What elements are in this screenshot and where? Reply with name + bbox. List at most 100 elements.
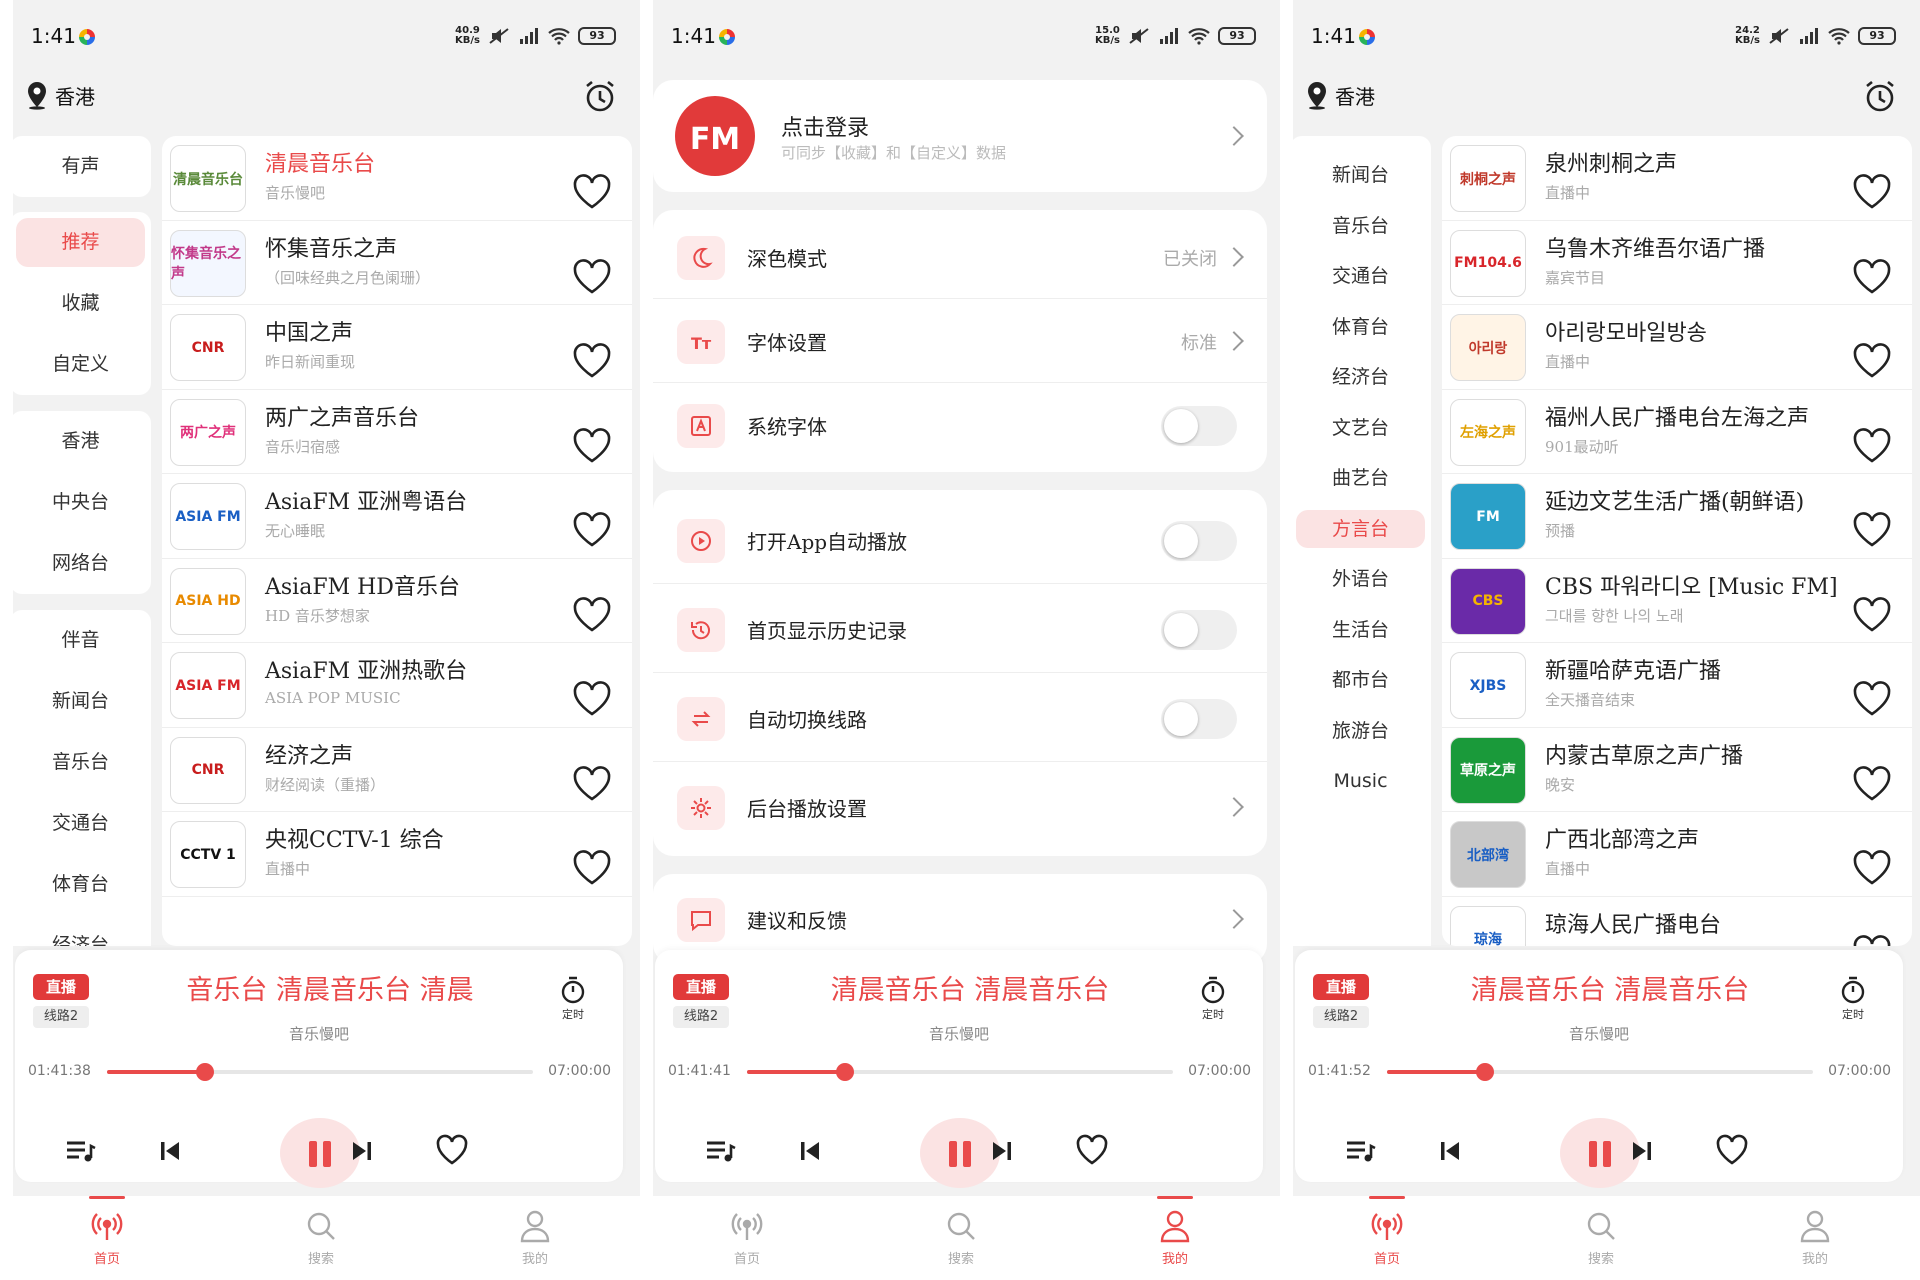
category-item[interactable]: 曲艺台 xyxy=(1293,453,1431,504)
station-row[interactable]: FM104.6 乌鲁木齐维吾尔语广播 嘉宾节目 xyxy=(1442,221,1912,305)
favorite-heart-icon[interactable] xyxy=(435,1134,469,1168)
favorite-heart-icon[interactable] xyxy=(1852,681,1892,717)
progress-bar[interactable] xyxy=(747,1063,1173,1081)
favorite-heart-icon[interactable] xyxy=(572,765,612,802)
favorite-heart-icon[interactable] xyxy=(572,512,612,548)
favorite-heart-icon[interactable] xyxy=(1852,934,1892,947)
category-item[interactable]: 新闻台 xyxy=(1293,150,1431,201)
progress-knob[interactable] xyxy=(195,1063,214,1081)
category-item[interactable]: 交通台 xyxy=(1293,251,1431,302)
category-item[interactable]: 网络台 xyxy=(13,533,151,594)
favorite-heart-icon[interactable] xyxy=(1852,343,1892,379)
station-row[interactable]: 草原之声 内蒙古草原之声广播 晚安 xyxy=(1442,728,1912,812)
category-item[interactable]: 经济台 xyxy=(1293,352,1431,403)
category-item[interactable]: 新闻台 xyxy=(13,671,151,732)
favorite-heart-icon[interactable] xyxy=(1852,512,1892,548)
next-icon[interactable] xyxy=(345,1134,379,1168)
category-item[interactable]: 自定义 xyxy=(13,334,151,395)
settings-row[interactable]: 自动切换线路 xyxy=(653,673,1267,762)
station-row[interactable]: CBS CBS 파워라디오 [Music FM] 그대를 향한 나의 노래 xyxy=(1442,559,1912,643)
settings-row[interactable]: Tт 字体设置 标准 xyxy=(653,299,1267,383)
nav-tab[interactable]: 搜索 xyxy=(921,1208,1001,1267)
category-item[interactable]: 香港 xyxy=(13,411,151,472)
previous-icon[interactable] xyxy=(153,1134,187,1168)
station-row[interactable]: 아리랑 아리랑모바일방송 直播中 xyxy=(1442,305,1912,390)
playlist-icon[interactable] xyxy=(1343,1134,1377,1168)
nav-tab[interactable]: 搜索 xyxy=(281,1208,361,1267)
station-row[interactable]: 北部湾 广西北部湾之声 直播中 xyxy=(1442,812,1912,897)
settings-row[interactable]: 系统字体 xyxy=(653,383,1267,467)
alarm-clock-icon[interactable] xyxy=(1862,78,1898,114)
favorite-heart-icon[interactable] xyxy=(572,427,612,464)
nav-tab[interactable]: 我的 xyxy=(1135,1196,1215,1267)
favorite-heart-icon[interactable] xyxy=(572,174,612,210)
playlist-icon[interactable] xyxy=(63,1134,97,1168)
settings-row[interactable]: 建议和反馈 xyxy=(653,879,1267,959)
station-row[interactable]: ASIA HD AsiaFM HD音乐台 HD 音乐梦想家 xyxy=(162,559,632,643)
next-icon[interactable] xyxy=(1625,1134,1659,1168)
favorite-heart-icon[interactable] xyxy=(572,681,612,717)
category-item[interactable]: 经济台 xyxy=(13,915,151,946)
station-row[interactable]: ASIA FM AsiaFM 亚洲粤语台 无心睡眠 xyxy=(162,474,632,559)
toggle-switch[interactable] xyxy=(1161,698,1237,739)
category-item[interactable]: 外语台 xyxy=(1293,554,1431,605)
favorite-heart-icon[interactable] xyxy=(1075,1134,1109,1168)
category-item[interactable]: 音乐台 xyxy=(1293,201,1431,252)
category-item[interactable]: 旅游台 xyxy=(1293,706,1431,757)
next-icon[interactable] xyxy=(985,1134,1019,1168)
category-item[interactable]: Music xyxy=(1293,756,1431,807)
alarm-clock-icon[interactable] xyxy=(582,78,618,114)
station-row[interactable]: 两广之声 两广之声音乐台 音乐归宿感 xyxy=(162,390,632,474)
station-row[interactable]: 怀集音乐之声 怀集音乐之声 （回味经典之月色阑珊） xyxy=(162,221,632,305)
favorite-heart-icon[interactable] xyxy=(1852,596,1892,633)
sleep-timer-button[interactable]: 定时 xyxy=(1833,976,1873,1022)
favorite-heart-icon[interactable] xyxy=(1715,1134,1749,1168)
favorite-heart-icon[interactable] xyxy=(1852,174,1892,210)
station-row[interactable]: XJBS 新疆哈萨克语广播 全天播音结束 xyxy=(1442,643,1912,728)
nav-tab[interactable]: 首页 xyxy=(67,1196,147,1267)
category-item[interactable]: 音乐台 xyxy=(13,732,151,793)
login-card[interactable]: FM 点击登录 可同步【收藏】和【自定义】数据 xyxy=(653,80,1267,192)
previous-icon[interactable] xyxy=(793,1134,827,1168)
favorite-heart-icon[interactable] xyxy=(1852,427,1892,464)
category-item-active[interactable]: 方言台 xyxy=(1293,504,1431,555)
category-item[interactable]: 体育台 xyxy=(13,854,151,915)
nav-tab[interactable]: 首页 xyxy=(707,1208,787,1267)
location-selector[interactable]: 香港 xyxy=(1305,80,1375,110)
nav-tab[interactable]: 我的 xyxy=(1775,1208,1855,1267)
playlist-icon[interactable] xyxy=(703,1134,737,1168)
sleep-timer-button[interactable]: 定时 xyxy=(1193,976,1233,1022)
favorite-heart-icon[interactable] xyxy=(572,343,612,379)
category-item[interactable]: 收藏 xyxy=(13,273,151,334)
category-item[interactable]: 都市台 xyxy=(1293,655,1431,706)
station-row[interactable]: ASIA FM AsiaFM 亚洲热歌台 ASIA POP MUSIC xyxy=(162,643,632,728)
nav-tab[interactable]: 首页 xyxy=(1347,1196,1427,1267)
station-row[interactable]: 清晨音乐台 清晨音乐台 音乐慢吧 xyxy=(162,136,632,221)
favorite-heart-icon[interactable] xyxy=(572,258,612,295)
category-item[interactable]: 交通台 xyxy=(13,793,151,854)
nav-tab[interactable]: 搜索 xyxy=(1561,1208,1641,1267)
progress-bar[interactable] xyxy=(1387,1063,1813,1081)
nav-tab[interactable]: 我的 xyxy=(495,1208,575,1267)
sleep-timer-button[interactable]: 定时 xyxy=(553,976,593,1022)
category-item[interactable]: 中央台 xyxy=(13,472,151,533)
station-row[interactable]: 刺桐之声 泉州刺桐之声 直播中 xyxy=(1442,136,1912,221)
progress-knob[interactable] xyxy=(1475,1063,1494,1081)
category-item[interactable]: 文艺台 xyxy=(1293,403,1431,454)
settings-row[interactable]: 打开App自动播放 xyxy=(653,495,1267,584)
progress-knob[interactable] xyxy=(835,1063,854,1081)
station-row[interactable]: 左海之声 福州人民广播电台左海之声 901最动听 xyxy=(1442,390,1912,474)
station-row[interactable]: 琼海 琼海人民广播电台 xyxy=(1442,897,1912,947)
favorite-heart-icon[interactable] xyxy=(1852,258,1892,295)
station-row[interactable]: CNR 经济之声 财经阅读（重播） xyxy=(162,728,632,812)
toggle-switch[interactable] xyxy=(1161,406,1237,446)
location-selector[interactable]: 香港 xyxy=(25,80,95,110)
settings-row[interactable]: 后台播放设置 xyxy=(653,762,1267,851)
station-row[interactable]: FM 延边文艺生活广播(朝鲜语) 预播 xyxy=(1442,474,1912,559)
toggle-switch[interactable] xyxy=(1161,520,1237,561)
favorite-heart-icon[interactable] xyxy=(572,850,612,886)
toggle-switch[interactable] xyxy=(1161,609,1237,650)
station-row[interactable]: CCTV 1 央视CCTV-1 综合 直播中 xyxy=(162,812,632,897)
category-item[interactable]: 有声 xyxy=(13,136,151,197)
station-row[interactable]: CNR 中国之声 昨日新闻重现 xyxy=(162,305,632,390)
